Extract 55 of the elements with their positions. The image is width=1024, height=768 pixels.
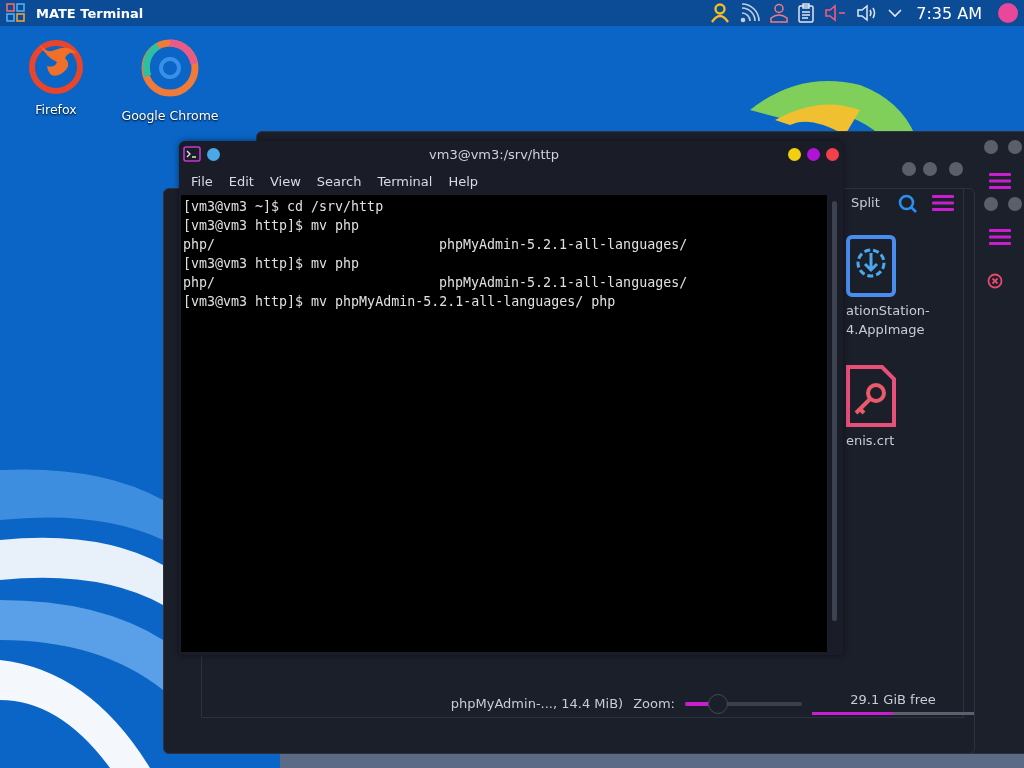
- gear-download-icon[interactable]: [846, 235, 896, 297]
- window-control-button[interactable]: [949, 162, 963, 176]
- chevron-icon[interactable]: [888, 8, 903, 18]
- terminal-line: [vm3@vm3 http]$ mv php: [183, 255, 361, 273]
- menu-icon[interactable]: [932, 194, 954, 212]
- pin-button[interactable]: [207, 147, 220, 161]
- desktop-icon-label[interactable]: Firefox: [35, 102, 77, 117]
- window-control-button[interactable]: [902, 162, 916, 176]
- terminal-line: [vm3@vm3 http]$ mv phpMyAdmin-5.2.1-all-languages/ php: [183, 293, 617, 311]
- close-button[interactable]: [826, 147, 839, 161]
- terminal-line: phpMyAdmin-5.2.1-all-languages/: [439, 236, 689, 254]
- maximize-button[interactable]: [807, 147, 820, 161]
- terminal-line: [vm3@vm3 http]$ mv php: [183, 217, 361, 235]
- window-control-button[interactable]: [984, 140, 998, 154]
- terminal-icon: [183, 146, 201, 162]
- menu-icon[interactable]: [989, 228, 1011, 246]
- person-icon[interactable]: [710, 3, 731, 23]
- menu-item[interactable]: File: [183, 173, 221, 189]
- menu-item[interactable]: Terminal: [369, 173, 441, 189]
- active-window-title: MATE Terminal: [36, 5, 144, 21]
- app-menu-icon[interactable]: [6, 3, 26, 23]
- window-control-button[interactable]: [984, 197, 998, 211]
- window-control-button[interactable]: [1008, 197, 1022, 211]
- zoom-slider[interactable]: [685, 693, 802, 714]
- terminal-line: php/: [183, 236, 217, 254]
- user-icon[interactable]: [770, 3, 789, 23]
- menu-icon[interactable]: [989, 172, 1011, 190]
- menu-item[interactable]: Search: [308, 173, 370, 189]
- menu-item[interactable]: Help: [440, 173, 487, 189]
- file-name[interactable]: enis.crt: [846, 431, 964, 450]
- search-icon[interactable]: [898, 194, 918, 214]
- minimize-button[interactable]: [788, 147, 801, 161]
- window-control-button[interactable]: [923, 162, 937, 176]
- zoom-label: Zoom:: [633, 696, 675, 711]
- rss-icon[interactable]: [740, 3, 761, 23]
- free-space-text: 29.1 GiB free: [850, 692, 936, 707]
- file-name[interactable]: 4.AppImage: [846, 320, 964, 339]
- key-document-icon[interactable]: [846, 365, 896, 427]
- scrollbar[interactable]: [831, 201, 837, 621]
- menu-item[interactable]: Edit: [220, 173, 262, 189]
- window-title: vm3@vm3:/srv/http: [428, 146, 560, 162]
- muted-speaker-icon[interactable]: [824, 3, 847, 23]
- status-text: phpMyAdmin-..., 14.4 MiB): [449, 696, 624, 711]
- desktop-icon-label[interactable]: Google Chrome: [121, 108, 219, 123]
- clock[interactable]: 7:35 AM: [916, 3, 982, 23]
- close-icon[interactable]: [987, 273, 1003, 289]
- split-button[interactable]: Split: [851, 195, 880, 210]
- file-name[interactable]: ationStation-: [846, 301, 964, 320]
- clipboard-icon[interactable]: [798, 3, 815, 23]
- terminal-line: php/: [183, 274, 217, 292]
- menu-item[interactable]: View: [261, 173, 309, 189]
- avatar-icon[interactable]: [998, 3, 1018, 23]
- terminal-line: [vm3@vm3 ~]$ cd /srv/http: [183, 198, 385, 216]
- terminal-line: phpMyAdmin-5.2.1-all-languages/: [439, 274, 689, 292]
- window-control-button[interactable]: [1008, 140, 1022, 154]
